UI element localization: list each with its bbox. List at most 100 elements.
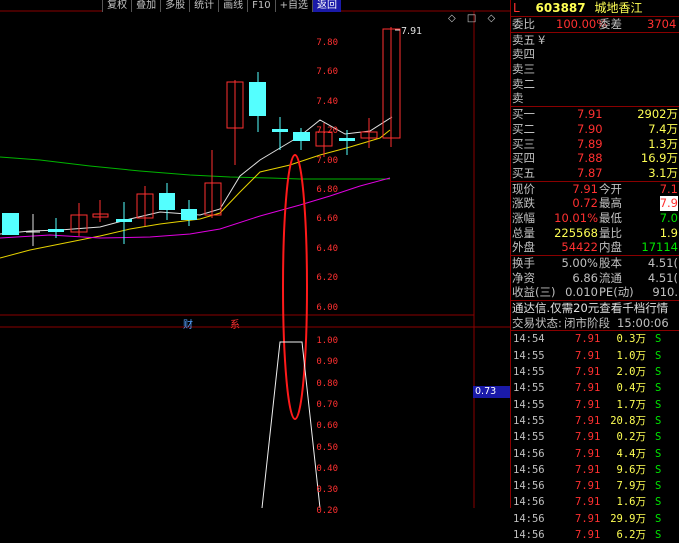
high-price-label: 7.91 [401, 26, 423, 37]
tick-time: 14:56 [513, 480, 545, 493]
quote-row: 现价 7.91 今开 7.1 [511, 182, 679, 197]
quote-label-2: 量比 [599, 225, 622, 240]
bid-row: 买四 7.88 16.9万 [511, 151, 679, 166]
window-control-icons[interactable]: ◇ □ ◇ [448, 13, 499, 24]
tick-price: 7.91 [575, 529, 601, 541]
candle [293, 132, 310, 141]
ask-label: 卖四 [512, 47, 535, 62]
candles [2, 27, 401, 246]
stats-value: 0.010 [565, 285, 598, 300]
indicator-tick-label: 0.90 [316, 357, 338, 368]
tick-volume: 9.6万 [616, 463, 646, 476]
quote-value-2: 7.0 [659, 210, 678, 225]
event-xi-label[interactable]: 系 [230, 316, 240, 331]
tick-price: 7.91 [575, 463, 601, 476]
quote-label-2: 今开 [599, 181, 622, 196]
tick-time: 14:56 [513, 512, 545, 525]
stats-value-2: 4.51( [647, 256, 678, 270]
toolbar-button[interactable]: 返回 [312, 0, 341, 12]
bid-price: 7.90 [577, 121, 603, 136]
quote-panel: L 603887 城地香江 委比 100.00% 委差 3704 卖五 ¥ 卖四 卖三… [510, 0, 679, 541]
tick-side: S [655, 398, 662, 411]
quote-value-2: 1.9 [659, 225, 678, 240]
toolbar-button[interactable]: F10 [247, 0, 275, 12]
weicha-value: 3704 [647, 17, 677, 31]
ask-label: 卖五 [512, 32, 535, 47]
ask-row: 卖五 ¥ [511, 33, 679, 48]
price-tick-label: 7.40 [316, 96, 338, 107]
indicator-tick-label: 0.50 [316, 442, 338, 453]
tick-side: S [655, 447, 662, 460]
quote-value: 7.91 [572, 181, 598, 196]
toolbar-button[interactable]: 画线 [218, 0, 248, 12]
bid-volume: 2902万 [637, 107, 678, 122]
event-cai-label[interactable]: 财 [183, 316, 193, 331]
ask-row: 卖三 [511, 62, 679, 77]
bid-row: 买五 7.87 3.1万 [511, 166, 679, 181]
stats-row: 收益(三) 0.010 PE(动) 910. [511, 285, 679, 300]
highlight-ellipse [282, 154, 308, 420]
toolbar-button[interactable]: 叠加 [131, 0, 161, 12]
tick-side: S [655, 496, 662, 509]
tick-time: 14:55 [513, 414, 545, 427]
quote-value-2: 7.9 [659, 196, 678, 211]
bid-volume: 1.3万 [648, 136, 678, 151]
stats-value-2: 910. [652, 285, 678, 300]
tick-side: S [655, 512, 662, 525]
kline-svg[interactable] [0, 0, 510, 508]
tick-row: 14:54 7.91 0.3万 S [511, 331, 679, 347]
quote-label: 涨跌 [512, 196, 535, 211]
bid-price: 7.89 [577, 136, 603, 151]
tick-time: 14:55 [513, 382, 545, 395]
trade-status-label: 交易状态: [512, 315, 562, 330]
candle [339, 138, 355, 141]
price-tick-label: 6.80 [316, 185, 338, 195]
candle [2, 213, 19, 235]
bid-label: 买三 [512, 136, 535, 151]
indicator-tick-label: 1.00 [316, 336, 338, 346]
bid-row: 买二 7.90 7.4万 [511, 122, 679, 137]
tick-list[interactable]: 14:54 7.91 0.3万 S 14:55 7.91 1.0万 S 14:55 7.91 2.0… [511, 330, 679, 543]
kline-chart-area[interactable]: 复权 叠加 多股 统计 画线 F10 +自选 返回 ◇ □ ◇ 7.91 7.80 7.60 7.… [0, 0, 511, 516]
quote-value: 54422 [561, 240, 598, 255]
tick-price: 7.91 [575, 414, 601, 427]
tick-volume: 4.4万 [616, 447, 646, 460]
price-tick-label: 7.00 [316, 155, 338, 166]
stock-header: L 603887 城地香江 [511, 0, 679, 16]
quote-list: 现价 7.91 今开 7.1 涨跌 0.72 最高 7.9 涨幅 10.01% 最低 7.0 总量 225… [511, 180, 679, 255]
stats-label: 换手 [512, 256, 535, 270]
quote-row: 涨幅 10.01% 最低 7.0 [511, 211, 679, 226]
toolbar-button[interactable]: 多股 [160, 0, 190, 12]
tick-time: 14:55 [513, 431, 545, 444]
tick-row: 14:55 7.91 2.0万 S [511, 364, 679, 380]
toolbar-button[interactable]: 复权 [102, 0, 132, 12]
trade-status-value: 闭市阶段 [564, 315, 610, 330]
tick-time: 14:55 [513, 398, 545, 411]
indicator-tick-label: 0.70 [316, 399, 338, 410]
quote-value: 0.72 [572, 196, 598, 211]
quote-value-2: 7.1 [659, 181, 678, 196]
tick-time: 14:55 [513, 349, 545, 362]
promo-link[interactable]: 通达信.仅需20元查看千档行情 [511, 300, 679, 316]
stats-row: 换手 5.00% 股本 4.51( [511, 256, 679, 271]
trade-status-row: 交易状态: 闭市阶段 15:00:06 [511, 316, 679, 331]
ask-extra: ¥ [538, 32, 546, 47]
bid-price: 7.91 [577, 107, 603, 122]
tick-side: S [655, 529, 662, 541]
stats-value: 5.00% [561, 256, 598, 270]
tick-side: S [655, 333, 662, 346]
quote-label: 现价 [512, 181, 535, 196]
tick-price: 7.91 [575, 447, 601, 460]
bid-label: 买二 [512, 121, 535, 136]
toolbar-button[interactable]: 统计 [189, 0, 219, 12]
tick-row: 14:56 7.91 29.9万 S [511, 511, 679, 527]
price-tick-label: 6.00 [316, 302, 338, 313]
price-tick-label: 7.20 [316, 126, 338, 137]
tick-row: 14:55 7.91 0.4万 S [511, 380, 679, 396]
toolbar-button[interactable]: +自选 [274, 0, 312, 12]
tick-row: 14:56 7.91 6.2万 S [511, 527, 679, 543]
stats-label-2: 流通 [599, 270, 622, 285]
weibi-row: 委比 100.00% 委差 3704 [511, 16, 679, 32]
ask-row: 卖四 [511, 47, 679, 62]
trade-status-time: 15:00:06 [617, 315, 669, 330]
